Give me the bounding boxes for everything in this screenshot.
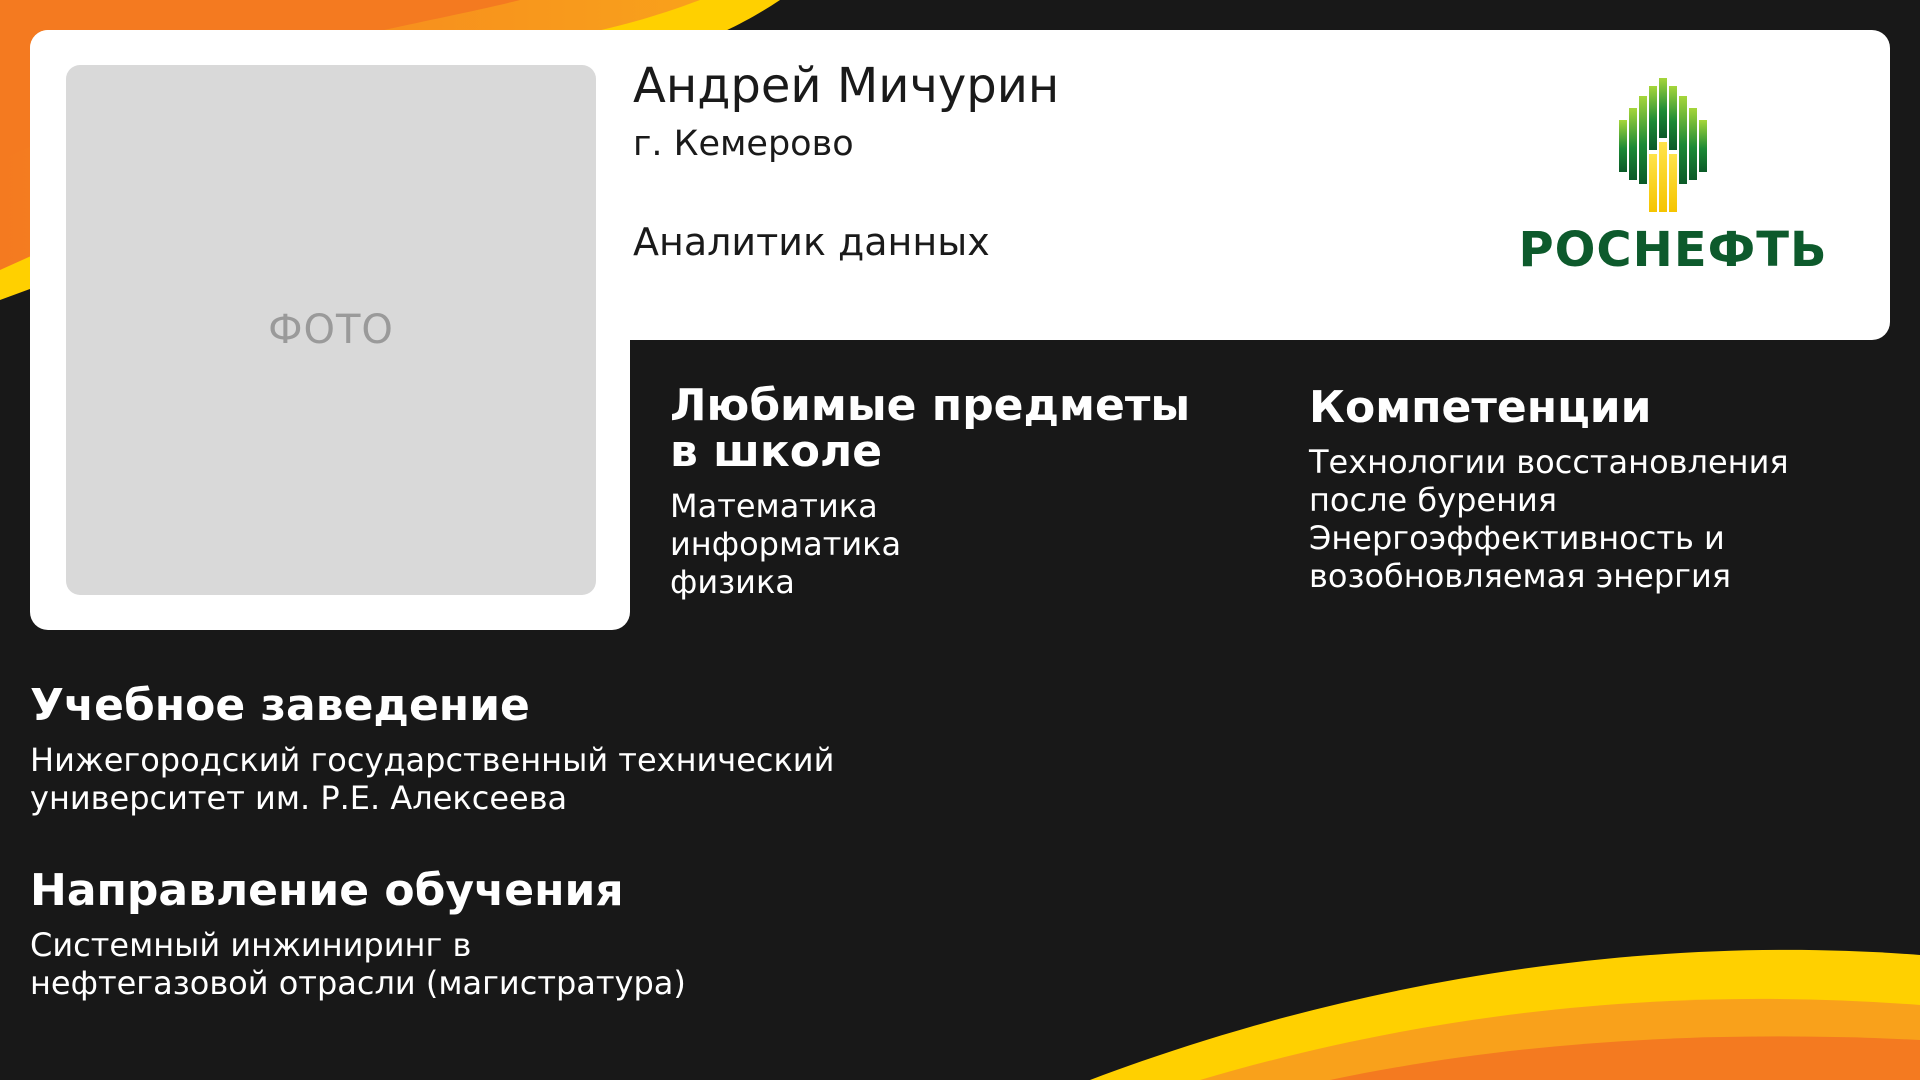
wave-bottom-right-orange xyxy=(1330,1036,1920,1080)
favorite-subjects-section: Любимые предметы в школе Математика инфо… xyxy=(670,383,1230,602)
competences-line: после бурения xyxy=(1309,481,1558,519)
person-role: Аналитик данных xyxy=(633,220,990,264)
favorite-subjects-title-line: Любимые предметы xyxy=(670,380,1191,431)
person-city: г. Кемерово xyxy=(633,124,854,164)
wave-bottom-right-yellow xyxy=(1090,949,1920,1080)
logo-emblem xyxy=(1619,78,1707,212)
favorite-subjects-list: Математика информатика физика xyxy=(670,487,1230,601)
competences-line: возобновляемая энергия xyxy=(1309,557,1732,595)
logo-text: РОСНЕФТЬ xyxy=(1518,222,1827,278)
direction-line: Системный инжиниринг в xyxy=(30,926,472,964)
wave-bottom-right-orange-light xyxy=(1200,998,1920,1080)
direction-text: Системный инжиниринг в нефтегазовой отра… xyxy=(30,926,930,1002)
university-text: Нижегородский государственный технически… xyxy=(30,741,930,817)
direction-line: нефтегазовой отрасли (магистратура) xyxy=(30,964,686,1002)
rosneft-logo: РОСНЕФТЬ xyxy=(1518,78,1827,278)
university-section: Учебное заведение Нижегородский государс… xyxy=(30,680,930,818)
competences-line: Технологии восстановления xyxy=(1309,443,1789,481)
favorite-subject-item: физика xyxy=(670,563,795,601)
favorite-subject-item: информатика xyxy=(670,525,902,563)
competences-line: Энергоэффективность и xyxy=(1309,519,1725,557)
favorite-subjects-title-line: в школе xyxy=(670,426,883,477)
university-title: Учебное заведение xyxy=(30,680,530,731)
photo-placeholder[interactable]: ФОТО xyxy=(66,65,596,595)
university-line: университет им. Р.Е. Алексеева xyxy=(30,779,568,817)
direction-title: Направление обучения xyxy=(30,865,624,916)
person-name: Андрей Мичурин xyxy=(633,58,1060,114)
competences-section: Компетенции Технологии восстановления по… xyxy=(1309,382,1889,596)
favorite-subjects-title: Любимые предметы в школе xyxy=(670,383,1230,475)
direction-section: Направление обучения Системный инжинирин… xyxy=(30,865,930,1003)
university-line: Нижегородский государственный технически… xyxy=(30,741,835,779)
competences-title: Компетенции xyxy=(1309,382,1652,433)
competences-list: Технологии восстановления после бурения … xyxy=(1309,443,1889,595)
favorite-subject-item: Математика xyxy=(670,487,878,525)
photo-placeholder-label: ФОТО xyxy=(268,307,394,353)
